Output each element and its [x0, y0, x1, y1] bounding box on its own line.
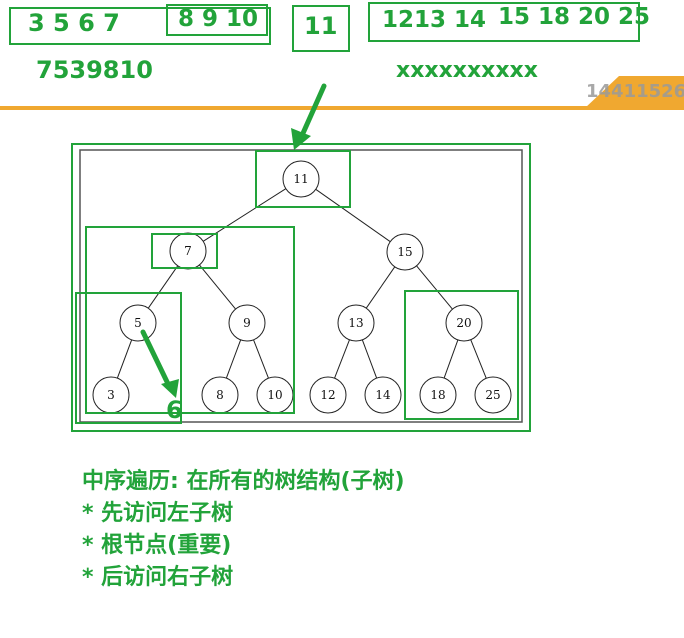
tree-edge-20-18	[443, 339, 459, 379]
tree-edge-13-14	[361, 339, 378, 379]
tree-node-label: 12	[320, 388, 335, 402]
tree-edge-15-13	[365, 266, 396, 309]
tree-edge-5-3	[116, 339, 133, 379]
tree-edge-13-12	[334, 339, 350, 379]
tree-edge-9-8	[225, 339, 242, 379]
tree-node-label: 11	[293, 172, 308, 186]
tree-node-8: 8	[201, 376, 239, 414]
tree-node-label: 5	[134, 316, 142, 330]
tree-node-18: 18	[419, 376, 457, 414]
note-visit-right: * 后访问右子树	[82, 565, 234, 590]
tree-node-label: 20	[456, 316, 471, 330]
note-inorder-definition: 中序遍历: 在所有的树结构(子树)	[82, 469, 405, 494]
tree-node-13: 13	[337, 304, 375, 342]
root-pointer-arrowhead	[291, 128, 311, 150]
notes-block: 中序遍历: 在所有的树结构(子树) * 先访问左子树 * 根节点(重要) * 后…	[82, 466, 405, 594]
tree-node-5: 5	[119, 304, 157, 342]
tree-edge-15-20	[416, 265, 453, 310]
tree-node-label: 3	[107, 388, 115, 402]
tree-edge-7-9	[199, 264, 236, 310]
tree-node-label: 18	[430, 388, 445, 402]
note-visit-root: * 根节点(重要)	[82, 533, 232, 558]
tree-nodes: 11 7 15 5 9 13 20 3 8 10 12 14 18 25	[92, 160, 512, 414]
tree-node-20: 20	[445, 304, 483, 342]
tree-edge-7-5	[147, 265, 179, 309]
tree-node-7: 7	[169, 232, 207, 270]
tree-edge-20-25	[470, 339, 487, 379]
note-visit-left: * 先访问左子树	[82, 501, 234, 526]
tree-edge-9-10	[253, 339, 269, 379]
root-pointer-arrow	[297, 83, 327, 143]
tree-node-label: 8	[216, 388, 224, 402]
tree-node-label: 10	[267, 388, 282, 402]
tree-node-14: 14	[364, 376, 402, 414]
tree-node-15: 15	[386, 233, 424, 271]
tree-node-label: 7	[184, 244, 192, 258]
binary-tree-diagram: 11 7 15 5 9 13 20 3 8 10 12 14 18 25 6	[71, 83, 531, 432]
tree-node-label: 13	[348, 316, 363, 330]
tree-node-label: 14	[375, 388, 391, 402]
tree-node-label: 25	[485, 388, 500, 402]
tree-node-9: 9	[228, 304, 266, 342]
tree-edge-11-15	[315, 188, 391, 243]
tree-node-25: 25	[474, 376, 512, 414]
tree-node-3: 3	[92, 376, 130, 414]
tree-node-11: 11	[282, 160, 320, 198]
tree-node-label: 15	[397, 245, 412, 259]
node-5-annotation-label: 6	[166, 396, 183, 424]
tree-node-label: 9	[243, 316, 251, 330]
tree-node-12: 12	[309, 376, 347, 414]
node-5-pointer-arrow	[140, 329, 173, 391]
tree-node-10: 10	[256, 376, 294, 414]
tree-edges	[116, 188, 487, 379]
